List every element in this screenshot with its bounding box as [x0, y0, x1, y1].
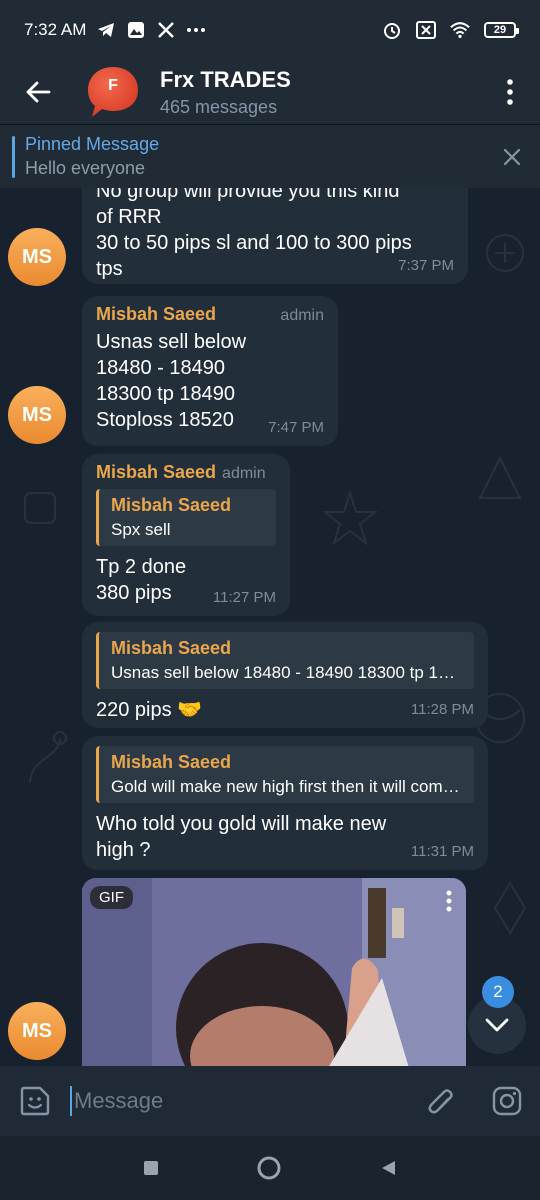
group-avatar[interactable]: F: [86, 65, 140, 119]
more-options-button[interactable]: [480, 60, 540, 124]
message-bubble[interactable]: Misbah Saeed Usnas sell below 18480 - 18…: [82, 622, 488, 728]
pinned-title: Pinned Message: [25, 134, 160, 154]
avatar[interactable]: MS: [8, 1002, 66, 1060]
message-time: 11:31 PM: [410, 843, 474, 860]
message-count: 465 messages: [160, 96, 278, 117]
no-sim-icon: [416, 20, 436, 40]
reply-quote[interactable]: Misbah Saeed Usnas sell below 18480 - 18…: [96, 632, 474, 689]
close-pinned-button[interactable]: [500, 145, 524, 169]
alarm-icon: [382, 20, 402, 40]
admin-badge: admin: [280, 307, 324, 324]
message-time: 7:47 PM: [268, 419, 324, 436]
gif-label: GIF: [90, 886, 133, 909]
message-bubble[interactable]: Misbah Saeed admin Usnas sell below 1848…: [82, 296, 338, 446]
unread-count-badge: 2: [482, 976, 514, 1008]
system-navigation-bar: [0, 1136, 540, 1200]
gallery-notification-icon: [126, 20, 146, 40]
more-notifications-icon: [186, 20, 206, 40]
doodle-pattern-icon: [486, 234, 524, 272]
home-circle-icon[interactable]: [256, 1155, 282, 1181]
quote-text: Spx sell: [111, 520, 171, 539]
quote-sender: Misbah Saeed: [111, 495, 232, 515]
back-button[interactable]: [0, 60, 76, 124]
emoji-button[interactable]: [0, 1084, 70, 1118]
sender-name[interactable]: Misbah Saeed: [96, 304, 216, 325]
quote-text: Gold will make new high first then it wi…: [111, 777, 462, 796]
pinned-text: Hello everyone: [25, 158, 146, 178]
back-arrow-icon: [26, 81, 51, 103]
telegram-notification-icon: [96, 20, 116, 40]
message-bubble[interactable]: Misbah Saeed Gold will make new high fir…: [82, 736, 488, 870]
gif-message[interactable]: GIF: [82, 878, 466, 1066]
message-time: 11:28 PM: [410, 701, 474, 718]
attach-button[interactable]: [408, 1085, 474, 1117]
doodle-pattern-icon: [322, 489, 378, 546]
message-bubble[interactable]: No group will provide you this kind of R…: [82, 188, 468, 284]
status-bar: 7:32 AM 29: [0, 0, 540, 60]
chat-header: F Frx TRADES 465 messages: [0, 60, 540, 124]
message-bubble[interactable]: Misbah Saeed admin Misbah Saeed Spx sell…: [82, 454, 290, 616]
camera-button[interactable]: [474, 1085, 540, 1117]
recents-square-icon[interactable]: [142, 1159, 160, 1177]
doodle-pattern-icon: [24, 492, 56, 524]
reply-quote[interactable]: Misbah Saeed Gold will make new high fir…: [96, 746, 474, 803]
gif-preview-image: [82, 878, 466, 1066]
message-time: 11:27 PM: [212, 589, 276, 606]
doodle-pattern-icon: [493, 881, 527, 935]
admin-badge: admin: [222, 465, 266, 482]
message-time: 7:37 PM: [398, 257, 454, 274]
message-text: Usnas sell below 18480 - 18490 18300 tp …: [96, 331, 247, 431]
message-list[interactable]: No group will provide you this kind of R…: [0, 188, 540, 1066]
back-triangle-icon[interactable]: [378, 1158, 398, 1178]
vertical-dots-icon: [507, 79, 513, 105]
quote-text: Usnas sell below 18480 - 18490 18300 tp …: [111, 663, 462, 682]
battery-icon: 29: [484, 22, 519, 38]
quote-sender: Misbah Saeed: [111, 752, 232, 772]
gif-menu-icon[interactable]: [446, 890, 452, 912]
message-composer: [0, 1066, 540, 1136]
doodle-pattern-icon: [478, 455, 522, 499]
close-icon: [503, 148, 521, 166]
quote-sender: Misbah Saeed: [111, 638, 232, 658]
group-avatar-letter: F: [108, 77, 118, 94]
chevron-down-icon: [485, 1018, 509, 1032]
sender-name[interactable]: Misbah Saeed: [96, 462, 216, 483]
avatar[interactable]: MS: [8, 228, 66, 286]
x-notification-icon: [156, 20, 176, 40]
chat-title-block[interactable]: Frx TRADES 465 messages: [160, 67, 291, 118]
pinned-indicator: [12, 135, 15, 178]
wifi-icon: [450, 20, 470, 40]
doodle-pattern-icon: [29, 731, 67, 784]
sticker-emoji-icon: [20, 1086, 50, 1116]
message-input[interactable]: [70, 1086, 408, 1116]
paperclip-icon: [428, 1089, 453, 1114]
instagram-camera-icon: [492, 1086, 522, 1116]
chat-title: Frx TRADES: [160, 66, 291, 92]
pinned-message-bar[interactable]: Pinned Message Hello everyone: [0, 124, 540, 188]
avatar[interactable]: MS: [8, 386, 66, 444]
status-time: 7:32 AM: [24, 20, 87, 39]
reply-quote[interactable]: Misbah Saeed Spx sell: [96, 489, 276, 546]
